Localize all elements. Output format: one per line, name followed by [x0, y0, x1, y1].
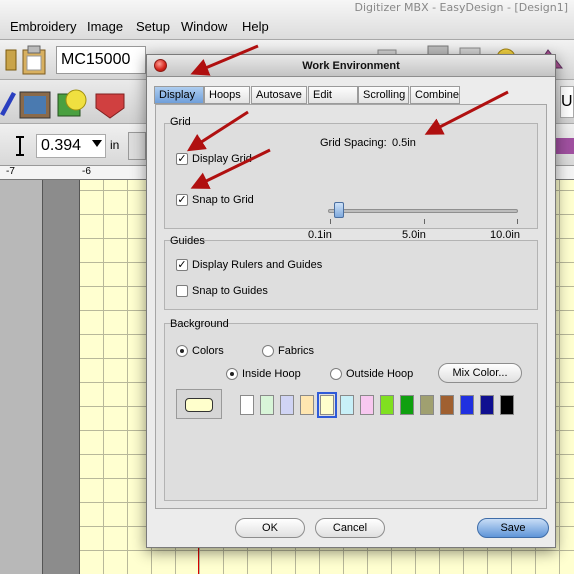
guide-line: [198, 545, 199, 574]
cancel-button[interactable]: Cancel: [315, 518, 385, 538]
grid-spacing-value: 0.5in: [392, 137, 416, 149]
tab-autosave[interactable]: Autosave: [251, 86, 307, 104]
menu-bar: Digitizer MBX - EasyDesign - [Design1] E…: [0, 0, 574, 40]
slider-tick: [517, 219, 518, 224]
display-rulers-checkbox[interactable]: ✓: [176, 259, 188, 271]
save-button[interactable]: Save: [477, 518, 549, 538]
display-panel: Grid ✓ Display Grid ✓ Snap to Grid Grid …: [155, 104, 547, 509]
background-preview: [176, 389, 222, 419]
hoop-edge: [42, 180, 80, 574]
ruler-label: -6: [82, 166, 91, 177]
colors-label: Colors: [192, 345, 224, 357]
color-swatch[interactable]: [460, 395, 474, 415]
display-grid-checkbox[interactable]: ✓: [176, 153, 188, 165]
tab-scrolling[interactable]: Scrolling: [358, 86, 409, 104]
snap-to-grid-checkbox[interactable]: ✓: [176, 194, 188, 206]
color-swatch[interactable]: [317, 392, 337, 418]
color-swatch[interactable]: [300, 395, 314, 415]
work-environment-dialog: Work Environment Display Hoops Autosave …: [146, 54, 556, 548]
preview-hoop: [185, 398, 213, 412]
grid-spacing-label: Grid Spacing:: [320, 137, 387, 149]
color-swatch[interactable]: [500, 395, 514, 415]
fabrics-radio[interactable]: [262, 345, 274, 357]
outside-hoop-label: Outside Hoop: [346, 368, 414, 380]
tab-display[interactable]: Display: [154, 86, 204, 104]
guides-group: [164, 240, 538, 310]
dialog-title: Work Environment: [302, 60, 400, 72]
menu-embroidery[interactable]: Embroidery: [10, 19, 76, 34]
menu-setup[interactable]: Setup: [136, 19, 170, 34]
grid-spacing-slider[interactable]: [328, 209, 518, 213]
machine-selector[interactable]: MC15000: [56, 46, 146, 74]
color-swatch[interactable]: [260, 395, 274, 415]
color-chip[interactable]: [556, 138, 574, 154]
outside-hoop-radio[interactable]: [330, 368, 342, 380]
unit-label: in: [110, 138, 120, 152]
color-swatch[interactable]: [440, 395, 454, 415]
fabrics-label: Fabrics: [278, 345, 315, 357]
slider-tick: [330, 219, 331, 224]
colors-radio[interactable]: [176, 345, 188, 357]
color-swatch[interactable]: [420, 395, 434, 415]
background-group-title: Background: [170, 318, 229, 330]
color-swatch[interactable]: [480, 395, 494, 415]
display-grid-label: Display Grid: [192, 153, 252, 165]
color-swatch[interactable]: [280, 395, 294, 415]
tab-hoops[interactable]: Hoops: [204, 86, 250, 104]
inside-hoop-label: Inside Hoop: [242, 368, 301, 380]
height-icon: [16, 136, 24, 156]
snap-to-grid-label: Snap to Grid: [192, 194, 254, 206]
menu-window[interactable]: Window: [181, 19, 227, 34]
grid-group-title: Grid: [170, 116, 191, 128]
menu-help[interactable]: Help: [242, 19, 269, 34]
color-swatch[interactable]: [240, 395, 254, 415]
scissors-icon[interactable]: [4, 46, 20, 74]
tool-icons: [0, 89, 125, 119]
tab-combine[interactable]: Combine: [410, 86, 460, 104]
slider-tick: [424, 219, 425, 224]
color-swatch[interactable]: [380, 395, 394, 415]
dialog-titlebar[interactable]: Work Environment: [147, 55, 555, 77]
ruler-label: -7: [6, 166, 15, 177]
ok-button[interactable]: OK: [235, 518, 305, 538]
inside-hoop-radio[interactable]: [226, 368, 238, 380]
snap-to-guides-label: Snap to Guides: [192, 285, 268, 297]
window-title: Digitizer MBX - EasyDesign - [Design1]: [354, 1, 568, 14]
clipboard-icon[interactable]: [20, 44, 48, 76]
menu-image[interactable]: Image: [87, 19, 123, 34]
color-swatch[interactable]: [360, 395, 374, 415]
tab-edit[interactable]: Edit: [308, 86, 358, 104]
color-swatch[interactable]: [340, 395, 354, 415]
partial-field[interactable]: U: [560, 86, 574, 118]
display-rulers-label: Display Rulers and Guides: [192, 259, 323, 271]
spin-button[interactable]: [128, 132, 146, 160]
color-swatch[interactable]: [400, 395, 414, 415]
slider-thumb[interactable]: [333, 202, 344, 218]
mix-color-button[interactable]: Mix Color...: [438, 363, 522, 383]
snap-to-guides-checkbox[interactable]: [176, 285, 188, 297]
dropdown-arrow-icon[interactable]: [92, 140, 102, 147]
guides-group-title: Guides: [170, 235, 205, 247]
